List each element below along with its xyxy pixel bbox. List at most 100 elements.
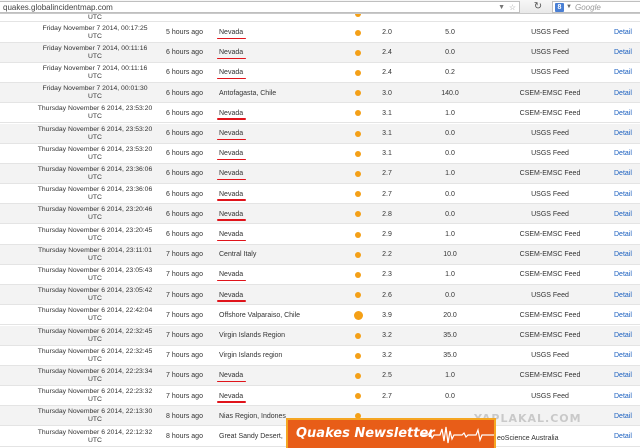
date-utc: UTC — [88, 52, 102, 60]
detail-link[interactable]: Detail — [614, 43, 640, 63]
date-text: Thursday November 6 2014, 23:36:06 — [37, 186, 153, 194]
magnitude-dot-cell — [350, 43, 366, 63]
magnitude-value: 2.7 — [382, 392, 392, 400]
time-ago: 5 hours ago — [166, 29, 203, 36]
feed-source: CSEM-EMSC Feed — [519, 89, 581, 97]
date-cell: Thursday November 6 2014, 23:53:20 UTC — [34, 124, 156, 144]
magnitude-value: 3.9 — [382, 311, 392, 319]
detail-link[interactable]: Detail — [614, 285, 640, 305]
detail-link[interactable]: Detail — [614, 63, 640, 83]
date-utc: UTC — [88, 274, 102, 282]
date-text: Thursday November 6 2014, 22:23:32 — [37, 388, 153, 396]
magnitude-dot-cell — [350, 346, 366, 366]
detail-link[interactable]: Detail — [614, 144, 640, 164]
detail-link[interactable]: Detail — [614, 164, 640, 184]
detail-link[interactable]: Detail — [614, 386, 640, 406]
location-cell: Virgin Islands Region — [219, 326, 339, 346]
depth-value: 0.0 — [445, 190, 455, 198]
detail-link[interactable]: Detail — [614, 245, 640, 265]
date-cell: Thursday November 6 2014, 22:13:30 UTC — [34, 406, 156, 426]
date-text: Thursday November 6 2014, 22:13:30 — [37, 408, 153, 416]
location-text: Nevada — [216, 130, 247, 140]
date-text: Thursday November 6 2014, 23:05:42 — [37, 287, 153, 295]
date-utc: UTC — [88, 396, 102, 404]
magnitude-value: 3.1 — [382, 150, 392, 158]
magnitude-value: 3.2 — [382, 332, 392, 339]
date-text: Thursday November 6 2014, 23:20:46 — [37, 206, 153, 214]
detail-link[interactable]: Detail — [614, 23, 640, 43]
location-text: Great Sandy Desert, — [219, 433, 283, 440]
magnitude-dot-cell — [350, 103, 366, 123]
location-text: Nevada — [216, 150, 247, 161]
location-cell: Nevada — [216, 225, 339, 245]
address-bar[interactable]: quakes.globalincidentmap.com ▼ ☆ — [0, 1, 520, 13]
location-cell: Nevada — [216, 366, 339, 386]
magnitude-dot-icon — [355, 332, 361, 339]
time-ago: 7 hours ago — [166, 372, 203, 380]
location-text: Nevada — [216, 392, 247, 403]
detail-link[interactable]: Detail — [614, 124, 640, 144]
table-row: Friday November 7 2014, 00:11:16 UTC 6 hou… — [0, 42, 640, 63]
feed-source: USGS Feed — [531, 49, 569, 57]
bookmark-star-icon[interactable]: ☆ — [509, 2, 516, 13]
depth-value: 0.0 — [445, 291, 455, 299]
dropdown-arrow-icon[interactable]: ▼ — [498, 2, 505, 13]
magnitude-dot-icon — [355, 372, 361, 379]
detail-link[interactable]: Detail — [614, 326, 640, 346]
date-text: Thursday November 6 2014, 22:32:45 — [37, 347, 153, 355]
magnitude-dot-icon — [355, 231, 361, 238]
detail-link[interactable]: Detail — [614, 83, 640, 103]
time-ago: 7 hours ago — [166, 332, 203, 339]
date-cell: Thursday November 6 2014, 22:23:32 UTC — [34, 386, 156, 406]
feed-source: USGS Feed — [531, 150, 569, 158]
feed-source: USGS Feed — [531, 210, 569, 218]
magnitude-dot-icon — [355, 170, 361, 177]
table-row: Thursday November 6 2014, 23:53:20 UTC 6 h… — [0, 144, 640, 164]
detail-link[interactable]: Detail — [614, 265, 640, 285]
date-cell: Thursday November 6 2014, 23:05:43 UTC — [34, 265, 156, 285]
location-text: Nevada — [216, 29, 247, 39]
table-row: Thursday November 6 2014, 23:36:06 UTC 6 h… — [0, 163, 640, 185]
date-utc: UTC — [88, 113, 102, 121]
location-text: Nevada — [216, 69, 247, 80]
newsletter-title: Quakes Newsletter — [296, 426, 435, 441]
magnitude-dot-icon — [355, 110, 361, 117]
magnitude-dot-cell — [350, 305, 366, 325]
detail-link[interactable]: Detail — [614, 366, 640, 386]
search-input[interactable]: 8 ▼ Google — [552, 1, 640, 13]
chevron-down-icon[interactable]: ▼ — [566, 2, 572, 13]
detail-link[interactable]: Detail — [614, 346, 640, 366]
location-cell: Nevada — [216, 63, 339, 83]
magnitude-dot-icon — [355, 393, 361, 400]
table-row: Friday November 7 2014, 00:17:25 UTC 5 hou… — [0, 23, 640, 43]
magnitude-value: 2.7 — [382, 170, 392, 178]
newsletter-banner[interactable]: Quakes Newsletter — [286, 418, 496, 448]
depth-value: 0.2 — [445, 69, 455, 77]
magnitude-value: 2.7 — [382, 190, 392, 198]
depth-value: 0.0 — [445, 49, 455, 57]
detail-link[interactable]: Detail — [614, 427, 640, 447]
feed-source: USGS Feed — [531, 352, 569, 360]
detail-link[interactable]: Detail — [614, 225, 640, 245]
date-cell: Thursday November 6 2014, 23:20:46 UTC — [34, 204, 156, 224]
reload-icon[interactable]: ↻ — [532, 1, 544, 13]
date-utc: UTC — [88, 32, 102, 40]
detail-link[interactable]: Detail — [614, 204, 640, 224]
detail-link[interactable]: Detail — [614, 184, 640, 204]
date-utc: UTC — [88, 295, 102, 303]
location-cell: Nevada — [216, 124, 339, 144]
time-ago: 7 hours ago — [166, 251, 203, 259]
table-row: Thursday November 6 2014, 22:23:32 UTC 7 h… — [0, 386, 640, 407]
detail-link[interactable]: Detail — [614, 406, 640, 426]
address-bar-url: quakes.globalincidentmap.com — [3, 3, 113, 12]
table-row-partial: UTC — [0, 14, 640, 22]
search-engine-icon[interactable]: 8 — [555, 3, 564, 12]
location-cell: Nevada — [216, 386, 339, 406]
detail-link[interactable]: Detail — [614, 305, 640, 325]
table-row: Thursday November 6 2014, 22:32:45 UTC 7 h… — [0, 325, 640, 346]
time-ago: 6 hours ago — [166, 49, 203, 57]
magnitude-dot-icon — [355, 69, 361, 76]
detail-link[interactable]: Detail — [614, 103, 640, 123]
time-ago: 6 hours ago — [166, 69, 203, 77]
magnitude-value: 2.5 — [382, 372, 392, 380]
